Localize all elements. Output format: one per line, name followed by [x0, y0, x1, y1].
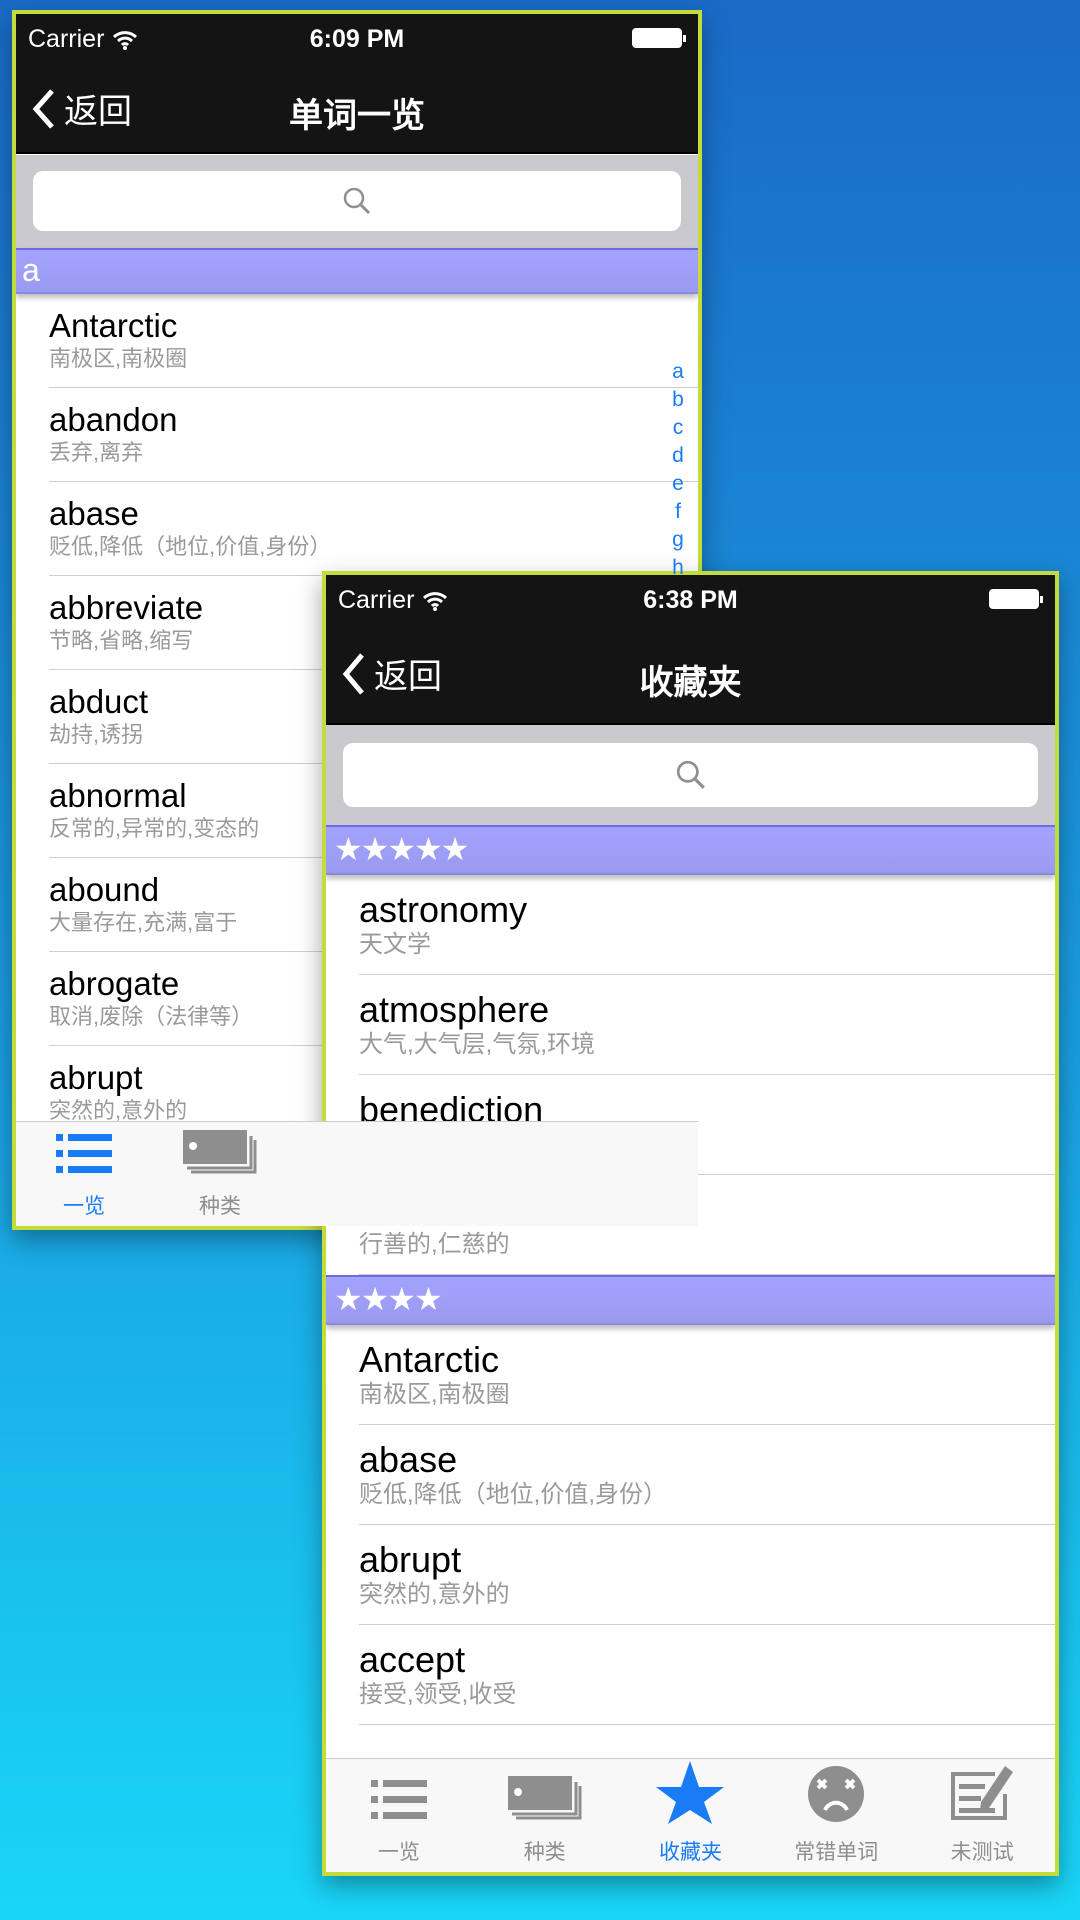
meaning-text: 贬低,降低（地位,价值,身份）	[359, 1481, 668, 1509]
search-input[interactable]	[343, 743, 1038, 807]
search-icon	[343, 187, 371, 215]
meaning-text: 大气,大气层,气氛,环境	[359, 1031, 596, 1059]
tab-cards[interactable]: 种类	[152, 1122, 288, 1226]
list-item[interactable]: atmosphere 大气,大气层,气氛,环境	[326, 975, 1055, 1075]
edit-form-icon	[949, 1764, 1015, 1830]
list-item[interactable]: Antarctic 南极区,南极圈	[16, 294, 698, 388]
nav-bar: 返回 单词一览	[16, 64, 698, 154]
word-text: abase	[49, 495, 139, 532]
index-letter[interactable]: h	[672, 554, 684, 582]
cards-icon	[507, 1774, 582, 1830]
tab-bar: 一览 种类 收藏夹 常错单词 未测试	[326, 1758, 1055, 1872]
word-text: Antarctic	[359, 1339, 500, 1380]
tab-label: 常错单词	[794, 1841, 879, 1864]
status-time: 6:38 PM	[643, 586, 738, 614]
index-letter[interactable]: c	[673, 414, 684, 442]
tab-label: 种类	[199, 1195, 241, 1218]
search-bar	[326, 725, 1055, 825]
search-icon	[676, 760, 705, 789]
tab-sad-face[interactable]: 常错单词	[763, 1759, 909, 1872]
section-header: a	[16, 248, 698, 294]
index-letter[interactable]: e	[672, 470, 684, 498]
word-text: abrupt	[359, 1539, 462, 1580]
list-icon	[54, 1130, 114, 1184]
meaning-text: 天文学	[359, 931, 431, 959]
list-icon	[369, 1776, 429, 1830]
section-index[interactable]: abcdefgh	[658, 358, 698, 582]
tab-label: 种类	[523, 1841, 566, 1864]
list-item[interactable]: abrupt 突然的,意外的	[326, 1525, 1055, 1625]
meaning-text: 行善的,仁慈的	[359, 1231, 510, 1259]
meaning-text: 南极区,南极圈	[49, 345, 188, 371]
status-bar: Carrier 6:38 PM	[326, 575, 1055, 629]
index-letter[interactable]: d	[672, 442, 684, 470]
battery-icon	[989, 589, 1043, 609]
meaning-text: 接受,领受,收受	[359, 1681, 517, 1709]
tab-label: 一览	[63, 1195, 105, 1218]
search-bar	[16, 155, 698, 248]
index-letter[interactable]: f	[675, 498, 681, 526]
battery-icon	[632, 28, 686, 48]
status-time: 6:09 PM	[309, 25, 405, 53]
meaning-text: 贬低,降低（地位,价值,身份）	[49, 533, 332, 559]
row-divider	[359, 1724, 1055, 1725]
list-item[interactable]: abandon 丢弃,离弃	[16, 388, 698, 482]
index-letter[interactable]: b	[672, 386, 684, 414]
list-item[interactable]: Antarctic 南极区,南极圈	[326, 1325, 1055, 1425]
list-item[interactable]: abase 贬低,降低（地位,价值,身份）	[326, 1425, 1055, 1525]
nav-bar: 返回 收藏夹	[326, 629, 1055, 725]
tab-label: 一览	[377, 1841, 420, 1864]
word-text: accept	[359, 1639, 466, 1680]
list-item[interactable]: astronomy 天文学	[326, 875, 1055, 975]
sad-face-icon	[806, 1764, 866, 1830]
index-letter[interactable]: g	[672, 526, 684, 554]
index-letter[interactable]: a	[672, 358, 684, 386]
tab-list[interactable]: 一览	[326, 1759, 472, 1872]
section-header: ★★★★★	[326, 825, 1055, 875]
page-title: 收藏夹	[639, 664, 742, 702]
tab-list[interactable]: 一览	[16, 1122, 152, 1226]
search-input[interactable]	[33, 171, 681, 231]
tab-label: 未测试	[950, 1841, 1014, 1864]
tab-star[interactable]: 收藏夹	[618, 1759, 764, 1872]
star-icon	[656, 1760, 725, 1830]
meaning-text: 丢弃,离弃	[49, 439, 144, 465]
section-header: ★★★★	[326, 1275, 1055, 1325]
tab-label: 收藏夹	[658, 1841, 722, 1864]
list-item[interactable]: abase 贬低,降低（地位,价值,身份）	[16, 482, 698, 576]
word-text: abandon	[49, 401, 178, 438]
tab-edit-form[interactable]: 未测试	[909, 1759, 1055, 1872]
word-text: astronomy	[359, 889, 528, 930]
tab-cards[interactable]: 种类	[472, 1759, 618, 1872]
list-item[interactable]: accept 接受,领受,收受	[326, 1625, 1055, 1725]
meaning-text: 突然的,意外的	[359, 1581, 510, 1609]
page-title: 单词一览	[289, 97, 425, 135]
status-bar: Carrier 6:09 PM	[16, 14, 698, 64]
word-text: abase	[359, 1439, 458, 1480]
favorites-list[interactable]: ★★★★★ astronomy 天文学 atmosphere 大气,大气层,气氛,环境 b…	[326, 825, 1055, 1758]
cards-icon	[183, 1128, 257, 1184]
tab-bar: 一览 种类	[16, 1121, 698, 1226]
word-text: atmosphere	[359, 989, 550, 1030]
word-text: Antarctic	[49, 307, 178, 344]
meaning-text: 南极区,南极圈	[359, 1381, 510, 1409]
